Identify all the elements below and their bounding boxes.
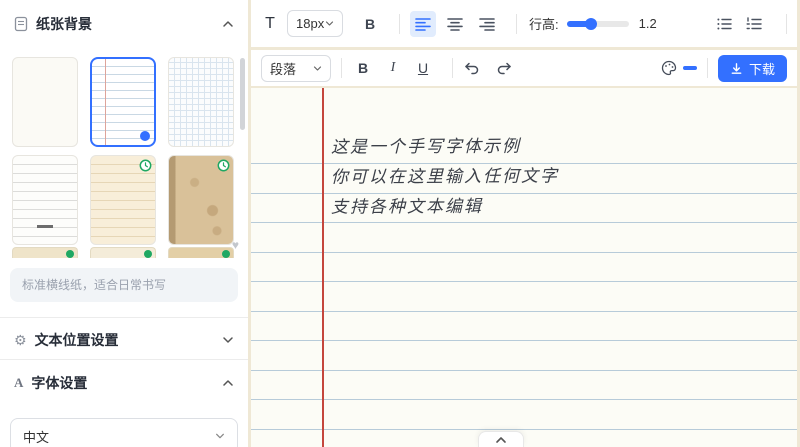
bullet-list-icon[interactable] — [716, 16, 732, 32]
divider — [516, 14, 517, 34]
paper-thumb-lined-red-margin-selected[interactable] — [90, 57, 156, 147]
underline-button[interactable]: U — [412, 60, 434, 76]
palette-icon[interactable] — [661, 60, 677, 76]
slider-knob[interactable] — [585, 18, 597, 30]
clock-badge-icon — [144, 250, 152, 258]
paper-thumb-vintage[interactable] — [168, 155, 234, 245]
handwritten-line[interactable]: 你可以在这里输入任何文字 — [331, 161, 559, 192]
line-height-slider[interactable] — [567, 21, 629, 27]
current-color-swatch[interactable] — [683, 66, 697, 70]
paper-description: 标准横线纸，适合日常书写 — [10, 268, 238, 302]
download-button[interactable]: 下载 — [718, 55, 787, 82]
chevron-up-icon[interactable] — [222, 377, 234, 389]
handwriting-app: 纸张背景 — [0, 0, 800, 447]
line-height-value: 1.2 — [639, 16, 657, 31]
font-size-select[interactable]: 18px — [287, 10, 343, 37]
chevron-down-icon — [215, 431, 225, 441]
paper-thumb-partial-3[interactable] — [168, 247, 234, 258]
paper-thumb-cream-lined[interactable] — [90, 155, 156, 245]
divider — [0, 359, 248, 360]
paper-canvas[interactable]: 这是一个手写字体示例 你可以在这里输入任何文字 支持各种文本编辑 — [251, 88, 797, 447]
divider — [452, 58, 453, 78]
clock-badge-icon — [66, 250, 74, 258]
toolbar-row-2: 段落 B I U — [251, 50, 797, 86]
sidebar-scrollbar[interactable] — [240, 58, 245, 130]
text-tool-icon[interactable]: T — [261, 15, 279, 33]
italic-button[interactable]: I — [382, 60, 404, 76]
paper-thumbnail-grid — [12, 57, 234, 245]
editor-panel: T 18px B 行高: 1.2 — [251, 0, 797, 447]
bold-button-2[interactable]: B — [352, 60, 374, 76]
section-header-font-settings[interactable]: A 字体设置 — [0, 371, 248, 395]
align-center-button[interactable] — [442, 11, 468, 37]
divider — [399, 14, 400, 34]
paper-thumb-partial-1[interactable] — [12, 247, 78, 258]
text-position-section-title: 文本位置设置 — [35, 330, 222, 350]
font-size-value: 18px — [296, 16, 325, 31]
chevron-down-icon — [325, 19, 334, 28]
divider — [0, 317, 248, 318]
redo-icon[interactable] — [495, 60, 513, 76]
handwritten-text[interactable]: 这是一个手写字体示例 你可以在这里输入任何文字 支持各种文本编辑 — [331, 132, 559, 222]
numbered-list-icon[interactable] — [746, 16, 762, 32]
clock-badge-icon — [222, 250, 230, 258]
gear-icon: ⚙ — [14, 333, 27, 347]
collapse-panel-tab[interactable] — [478, 431, 524, 447]
handwritten-line[interactable]: 支持各种文本编辑 — [331, 191, 559, 222]
paper-thumb-partial-2[interactable] — [90, 247, 156, 258]
download-icon — [730, 62, 743, 75]
download-label: 下载 — [749, 59, 775, 78]
paragraph-select[interactable]: 段落 — [261, 55, 331, 82]
divider — [341, 58, 342, 78]
toolbar-row-1: T 18px B 行高: 1.2 — [251, 0, 797, 47]
sidebar: 纸张背景 — [0, 0, 248, 447]
paper-thumb-letter-lined[interactable] — [12, 155, 78, 245]
paper-thumb-grid[interactable] — [168, 57, 234, 147]
chevron-up-icon[interactable] — [222, 18, 234, 30]
chevron-down-icon — [313, 64, 322, 73]
handwritten-line[interactable]: 这是一个手写字体示例 — [331, 131, 559, 162]
red-margin-line — [322, 88, 324, 447]
paper-icon — [14, 16, 28, 32]
paper-section-title: 纸张背景 — [36, 14, 222, 34]
divider — [786, 14, 787, 34]
clock-badge-icon — [217, 159, 230, 172]
chevron-down-icon[interactable] — [222, 334, 234, 346]
section-header-text-position[interactable]: ⚙ 文本位置设置 — [0, 328, 248, 352]
undo-icon[interactable] — [463, 60, 481, 76]
language-select[interactable]: 中文 — [10, 418, 238, 447]
font-section-title: 字体设置 — [31, 373, 222, 393]
section-header-paper-background[interactable]: 纸张背景 — [0, 0, 248, 34]
clock-badge-icon — [139, 159, 152, 172]
paragraph-select-value: 段落 — [270, 59, 313, 78]
selected-dot-badge — [140, 131, 150, 141]
align-right-button[interactable] — [474, 11, 500, 37]
language-select-value: 中文 — [23, 427, 215, 446]
align-left-button[interactable] — [410, 11, 436, 37]
font-icon: A — [14, 375, 23, 391]
line-height-label: 行高: — [529, 14, 559, 33]
heart-icon[interactable]: ♥ — [232, 239, 239, 251]
paper-thumb-blank[interactable] — [12, 57, 78, 147]
divider — [707, 58, 708, 78]
chevron-up-icon — [494, 435, 508, 445]
bold-button[interactable]: B — [359, 16, 381, 32]
